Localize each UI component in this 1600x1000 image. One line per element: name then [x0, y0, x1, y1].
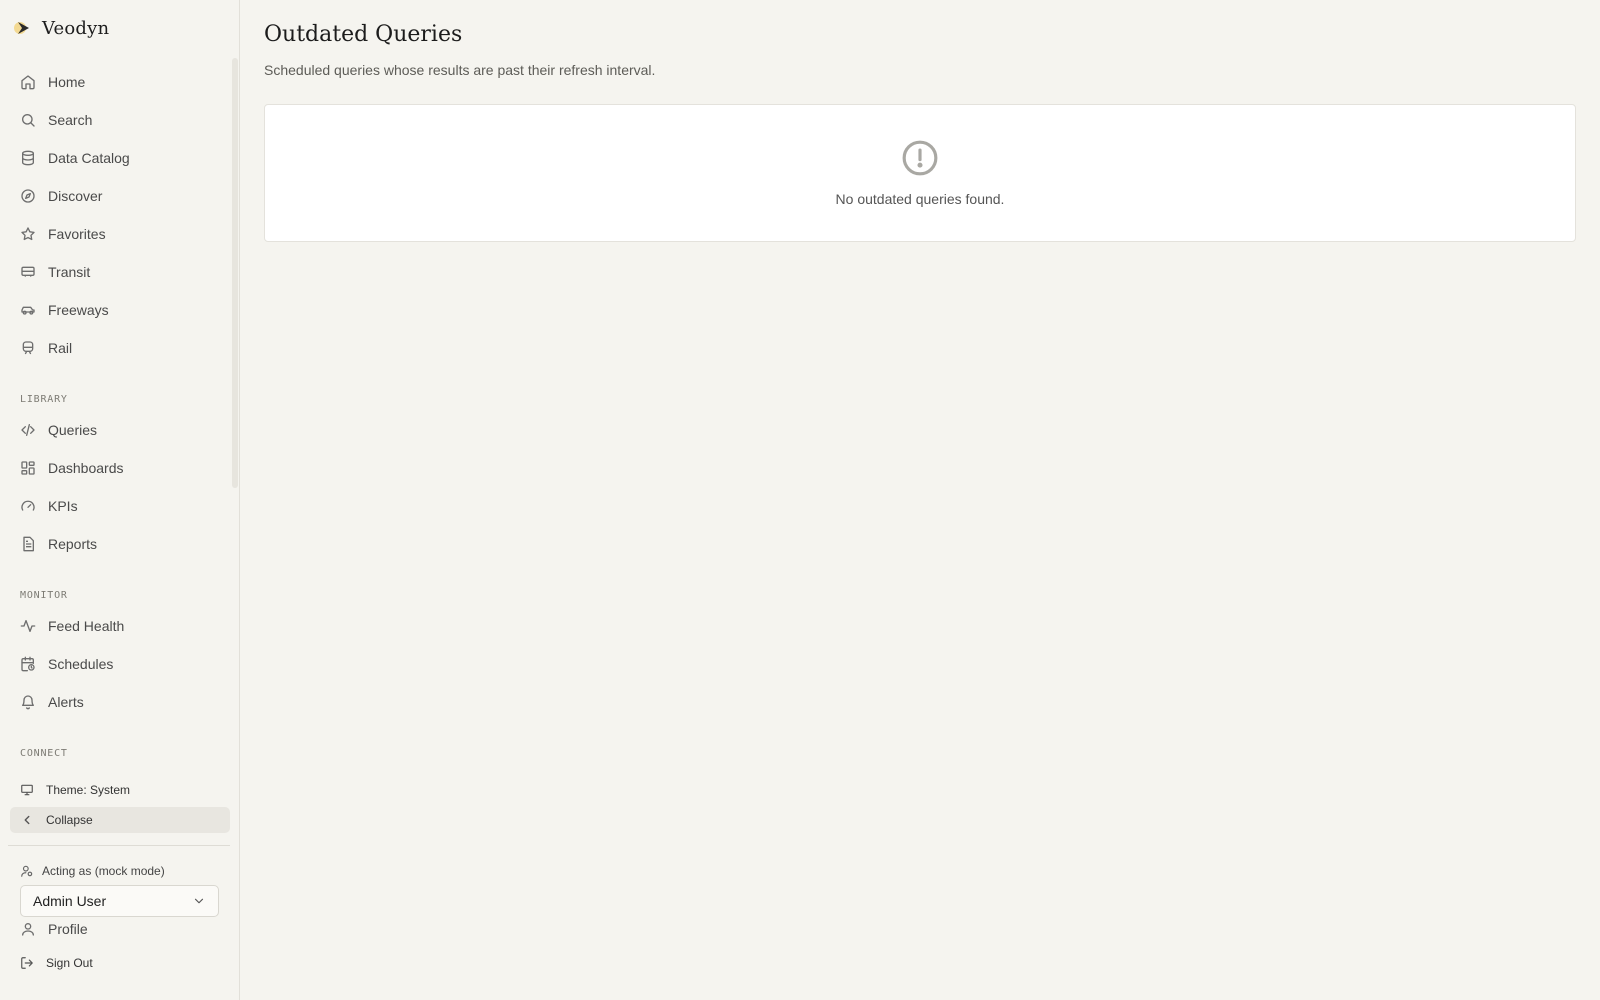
search-icon: [20, 112, 36, 128]
acting-as-text: Acting as (mock mode): [42, 864, 165, 878]
section-label-library: LIBRARY: [20, 394, 68, 405]
sidebar-item-alerts[interactable]: Alerts: [10, 683, 230, 721]
chevron-down-icon: [194, 898, 204, 904]
activity-icon: [20, 618, 36, 634]
sidebar-item-label: Queries: [48, 422, 98, 438]
sidebar-item-search[interactable]: Search: [10, 101, 230, 139]
chevron-left-icon: [20, 813, 34, 827]
sidebar-item-freeways[interactable]: Freeways: [10, 291, 230, 329]
section-label-connect: CONNECT: [20, 748, 68, 759]
calendar-clock-icon: [20, 656, 36, 672]
veodyn-logo-icon: [12, 17, 34, 39]
user-cog-icon: [21, 865, 33, 877]
sidebar-item-sign-out[interactable]: Sign Out: [10, 956, 230, 976]
sidebar-item-label: Alerts: [48, 694, 84, 710]
dashboard-icon: [20, 460, 36, 476]
theme-toggle[interactable]: Theme: System: [10, 777, 230, 803]
page-subtitle: Scheduled queries whose results are past…: [264, 62, 656, 78]
sidebar-item-favorites[interactable]: Favorites: [10, 215, 230, 253]
sidebar-item-discover[interactable]: Discover: [10, 177, 230, 215]
sidebar-item-label: Discover: [48, 188, 103, 204]
main-content: Outdated Queries Scheduled queries whose…: [240, 0, 1600, 1000]
sidebar-nav: Home Search Data Catalog Discover Favori…: [10, 63, 230, 765]
profile-label: Profile: [48, 921, 88, 937]
profile-row[interactable]: Profile: [10, 910, 230, 948]
database-icon: [20, 150, 36, 166]
log-out-icon: [20, 956, 34, 970]
selected-user: Admin User: [33, 893, 107, 909]
sidebar-item-label: Feed Health: [48, 618, 125, 634]
sidebar-scrollbar[interactable]: [232, 58, 238, 488]
sidebar-item-profile[interactable]: Profile: [10, 921, 230, 948]
sidebar-item-label: Reports: [48, 536, 98, 552]
star-icon: [20, 226, 36, 242]
collapse-label: Collapse: [46, 813, 93, 827]
home-icon: [20, 74, 36, 90]
gauge-icon: [20, 498, 36, 514]
empty-state-card: No outdated queries found.: [264, 104, 1576, 242]
theme-label: Theme: System: [46, 783, 131, 797]
bus-icon: [20, 264, 36, 280]
sidebar-item-label: Data Catalog: [48, 150, 130, 166]
sidebar-item-rail[interactable]: Rail: [10, 329, 230, 367]
compass-icon: [20, 188, 36, 204]
app-root: Veodyn Home Search Data Catalog Discover…: [0, 0, 1600, 1000]
sidebar-item-label: Freeways: [48, 302, 109, 318]
app-name: Veodyn: [42, 17, 110, 39]
sidebar-item-transit[interactable]: Transit: [10, 253, 230, 291]
sidebar-item-reports[interactable]: Reports: [10, 525, 230, 563]
sidebar-item-label: KPIs: [48, 498, 78, 514]
sidebar-item-label: Home: [48, 74, 86, 90]
section-label-monitor: MONITOR: [20, 590, 68, 601]
user-icon: [20, 921, 36, 937]
car-icon: [20, 302, 36, 318]
sidebar-utility: Theme: System Collapse: [10, 777, 230, 833]
code-icon: [20, 422, 36, 438]
sidebar-item-home[interactable]: Home: [10, 63, 230, 101]
signout-label: Sign Out: [46, 956, 93, 970]
monitor-icon: [20, 783, 34, 797]
sidebar-item-data-catalog[interactable]: Data Catalog: [10, 139, 230, 177]
train-icon: [20, 340, 36, 356]
sidebar-item-dashboards[interactable]: Dashboards: [10, 449, 230, 487]
sidebar-divider: [8, 845, 230, 846]
page-title: Outdated Queries: [264, 22, 463, 47]
sidebar-item-queries[interactable]: Queries: [10, 411, 230, 449]
sidebar-item-schedules[interactable]: Schedules: [10, 645, 230, 683]
signout-row[interactable]: Sign Out: [10, 950, 230, 976]
file-text-icon: [20, 536, 36, 552]
sidebar-item-label: Favorites: [48, 226, 106, 242]
sidebar-item-kpis[interactable]: KPIs: [10, 487, 230, 525]
sidebar-item-feed-health[interactable]: Feed Health: [10, 607, 230, 645]
brand[interactable]: Veodyn: [12, 14, 109, 42]
sidebar-item-label: Schedules: [48, 656, 114, 672]
collapse-button[interactable]: Collapse: [10, 807, 230, 833]
sidebar-item-label: Search: [48, 112, 93, 128]
sidebar-item-label: Dashboards: [48, 460, 124, 476]
sidebar: Veodyn Home Search Data Catalog Discover…: [0, 0, 240, 1000]
alert-circle-icon: [902, 140, 938, 176]
bell-icon: [20, 694, 36, 710]
empty-state-message: No outdated queries found.: [835, 191, 1005, 207]
sidebar-item-label: Rail: [48, 340, 73, 356]
acting-as-label: Acting as (mock mode): [20, 864, 165, 878]
sidebar-item-label: Transit: [48, 264, 91, 280]
